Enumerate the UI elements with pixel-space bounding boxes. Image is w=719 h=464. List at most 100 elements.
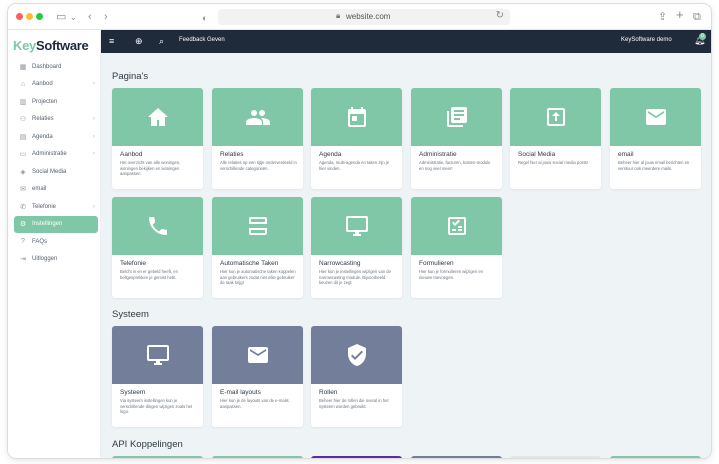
card-social-media[interactable]: Social Media Regel hier al jouw social me… bbox=[510, 88, 601, 189]
card-automatische-taken[interactable]: Automatische Taken Hier kun je automatisc… bbox=[212, 197, 303, 298]
card-relaties[interactable]: Relaties Alle relaties op een rijtje onde… bbox=[212, 88, 303, 189]
card-icon-area bbox=[311, 197, 402, 255]
building-icon: ▥ bbox=[19, 98, 27, 106]
split-icon bbox=[248, 217, 267, 235]
monitor-icon bbox=[146, 345, 169, 365]
monitor-icon bbox=[345, 216, 368, 236]
upload-icon bbox=[546, 108, 565, 126]
close-window-button[interactable] bbox=[16, 13, 23, 20]
card-administratie[interactable]: Administratie Administratie, facturen, ko… bbox=[411, 88, 502, 189]
sidebar-item-agenda[interactable]: ▤ Agenda › bbox=[14, 128, 98, 146]
menu-icon[interactable]: ≡ bbox=[109, 35, 114, 47]
api-card[interactable] bbox=[610, 456, 701, 458]
card-title: Telefonie bbox=[120, 260, 147, 267]
api-card[interactable] bbox=[311, 456, 402, 458]
sidebar-item-email[interactable]: ✉ email bbox=[14, 181, 98, 199]
card-aanbod[interactable]: Aanbod Het overzicht van alle woningen, w… bbox=[112, 88, 203, 189]
card-description: Administratie, facturen, kosten-module e… bbox=[419, 160, 491, 171]
card-telefonie[interactable]: Telefonie Belcht in en er gebeld heeft, e… bbox=[112, 197, 203, 298]
privacy-shield-icon[interactable]: ◐ bbox=[202, 11, 207, 25]
chevron-right-icon: › bbox=[93, 151, 95, 158]
document-icon bbox=[446, 107, 467, 127]
sidebar-item-label: Instellingen bbox=[32, 221, 63, 228]
sidebar-item-instellingen[interactable]: ⚙ Instellingen bbox=[14, 215, 98, 233]
tabs-overview-icon[interactable]: ⧉ bbox=[693, 10, 701, 24]
card-description: Beheer hier de rollen die overal in het … bbox=[319, 398, 389, 409]
card-icon-area bbox=[112, 326, 203, 384]
sidebar-item-faqs[interactable]: ? FAQs bbox=[14, 233, 98, 251]
sidebar-item-label: Relaties bbox=[32, 116, 54, 123]
back-icon[interactable]: ‹ bbox=[88, 10, 92, 24]
card-rollen[interactable]: Rollen Beheer hier de rollen die overal i… bbox=[311, 326, 402, 427]
sidebar-item-label: Telefonie bbox=[32, 203, 57, 210]
sidebar-item-telefonie[interactable]: ✆ Telefonie › bbox=[14, 198, 98, 216]
chevron-right-icon: › bbox=[93, 81, 95, 88]
section-title-api: API Koppelingen bbox=[112, 439, 183, 450]
sidebar-item-uitloggen[interactable]: ⇥ Uitloggen bbox=[14, 251, 98, 269]
api-card[interactable] bbox=[411, 456, 502, 458]
card-agenda[interactable]: Agenda Agenda, multi-agenda en taken zijn… bbox=[311, 88, 402, 189]
card-title: email bbox=[618, 151, 634, 158]
card-description: Beheer hier al jouw email berichten en v… bbox=[618, 160, 690, 171]
sidebar-item-projecten[interactable]: ▥ Projecten bbox=[14, 93, 98, 111]
api-card[interactable] bbox=[510, 456, 601, 458]
sidebar-item-aanbod[interactable]: ⌂ Aanbod › bbox=[14, 76, 98, 94]
mail-icon bbox=[247, 347, 268, 363]
card-icon-area bbox=[311, 88, 402, 146]
zoom-window-button[interactable] bbox=[36, 13, 43, 20]
home-icon bbox=[147, 108, 168, 126]
card-icon-area bbox=[411, 197, 502, 255]
card-description: Het overzicht van alle woningen, woninge… bbox=[120, 160, 181, 177]
forward-icon[interactable]: › bbox=[104, 10, 108, 24]
phone-icon: ✆ bbox=[20, 203, 26, 211]
card-title: Relaties bbox=[220, 151, 244, 158]
share-icon: ◈ bbox=[20, 168, 26, 176]
reload-icon[interactable]: ↻ bbox=[496, 10, 504, 21]
notification-badge: 0 bbox=[699, 33, 706, 40]
chevron-right-icon: › bbox=[93, 203, 95, 210]
app-logo[interactable]: KeySoftware bbox=[13, 38, 89, 53]
search-icon[interactable]: ⌕ bbox=[159, 35, 164, 47]
card-narrowcasting[interactable]: Narrowcasting Hier kun je instellingen wi… bbox=[311, 197, 402, 298]
sidebar-item-label: Aanbod bbox=[32, 81, 53, 88]
sidebar-item-administratie[interactable]: ▭ Administratie › bbox=[14, 146, 98, 164]
address-bar[interactable]: 🔒︎ website.com ↻ bbox=[218, 9, 510, 25]
card-e-mail-layouts[interactable]: E-mail layouts Hier kun je de layouts van… bbox=[212, 326, 303, 427]
grid-icon: ▦ bbox=[19, 63, 27, 71]
card-description: Agenda, multi-agenda en taken zijn je hi… bbox=[319, 160, 390, 171]
card-description: Hier kun je formulieren wijzigen en nieu… bbox=[419, 269, 484, 280]
user-menu[interactable]: KeySoftware demo bbox=[621, 37, 672, 43]
section-title-paginas: Pagina's bbox=[112, 71, 149, 82]
people-icon: ⚇ bbox=[19, 116, 27, 124]
shield-check-icon bbox=[347, 344, 366, 366]
card-icon-area bbox=[311, 326, 402, 384]
sidebar-item-label: Administratie bbox=[32, 151, 67, 158]
card-icon-area bbox=[610, 88, 701, 146]
card-systeem[interactable]: Systeem Via systeem instellingen kun je v… bbox=[112, 326, 203, 427]
sidebar-item-label: Social Media bbox=[32, 168, 67, 175]
calendar-icon: ▤ bbox=[19, 133, 27, 141]
sidebar-item-relaties[interactable]: ⚇ Relaties › bbox=[14, 111, 98, 129]
feedback-button[interactable]: Feedback Geven bbox=[179, 37, 225, 43]
question-icon: ? bbox=[21, 238, 25, 246]
people-icon bbox=[245, 110, 270, 125]
card-icon-area bbox=[112, 197, 203, 255]
card-title: Administratie bbox=[419, 151, 457, 158]
card-email[interactable]: email Beheer hier al jouw email berichten… bbox=[610, 88, 701, 189]
card-formulieren[interactable]: Formulieren Hier kun je formulieren wijzi… bbox=[411, 197, 502, 298]
mail-icon: ✉ bbox=[20, 186, 26, 194]
sidebar-toggle-icon[interactable]: ▭ bbox=[56, 10, 66, 24]
new-tab-icon[interactable]: + bbox=[676, 8, 684, 22]
chevron-down-icon[interactable]: ⌄ bbox=[70, 11, 77, 25]
minimize-window-button[interactable] bbox=[26, 13, 33, 20]
card-description: Hier kun je de layouts van de e-mails aa… bbox=[220, 398, 289, 409]
sidebar-item-dashboard[interactable]: ▦ Dashboard bbox=[14, 58, 98, 76]
phone-icon bbox=[148, 217, 167, 235]
sidebar-item-social-media[interactable]: ◈ Social Media bbox=[14, 163, 98, 181]
card-icon-area bbox=[212, 197, 303, 255]
api-card[interactable] bbox=[212, 456, 303, 458]
share-icon[interactable]: ⇪ bbox=[658, 10, 667, 24]
api-card[interactable] bbox=[112, 456, 203, 458]
card-description: Alle relaties op een rijtje onderverdeel… bbox=[220, 160, 297, 171]
add-icon[interactable]: ⊕ bbox=[135, 35, 143, 47]
